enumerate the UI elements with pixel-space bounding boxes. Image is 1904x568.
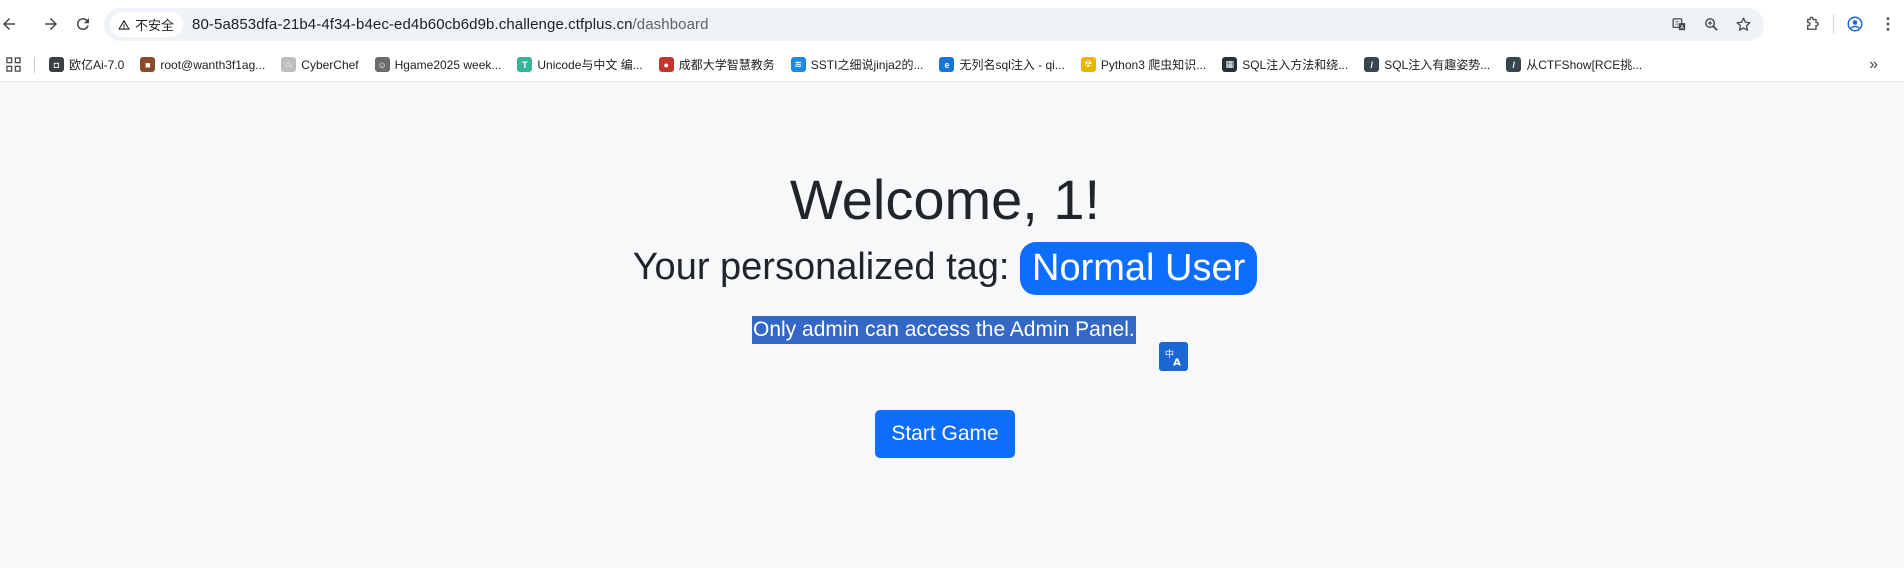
translate-page-button[interactable]: A文 xyxy=(1664,10,1694,40)
toolbar-right-icons xyxy=(1796,7,1904,41)
url-path: /dashboard xyxy=(632,16,709,33)
bookmark-label: 从CTFShow[RCE挑... xyxy=(1526,58,1643,72)
address-bar-actions: A文 xyxy=(1664,8,1758,41)
bookmark-item[interactable]: ♨ CyberChef xyxy=(277,52,366,78)
svg-text:A: A xyxy=(1173,357,1181,368)
user-tag-badge: Normal User xyxy=(1020,242,1258,296)
bookmark-label: Python3 爬虫知识... xyxy=(1100,58,1207,72)
bookmark-label: SQL注入有趣姿势... xyxy=(1384,58,1491,72)
arrow-left-icon xyxy=(3,18,15,30)
zoom-icon xyxy=(1704,18,1718,31)
back-button[interactable] xyxy=(0,7,26,41)
bookmark-item[interactable]: ● 成都大学智慧教务 xyxy=(655,52,783,78)
start-game-button[interactable]: Start Game xyxy=(875,410,1015,458)
t-icon: T xyxy=(517,57,533,72)
bookmark-star-button[interactable] xyxy=(1728,10,1758,40)
bookmark-item[interactable]: ☢ Python3 爬虫知识... xyxy=(1077,52,1214,78)
bookmark-label: Unicode与中文 编... xyxy=(537,58,643,72)
arrow-right-icon xyxy=(45,18,57,30)
svg-text:文: 文 xyxy=(1674,20,1679,27)
bookmark-item[interactable]: ◘ 欧亿Ai-7.0 xyxy=(45,52,132,78)
bookmark-label: 欧亿Ai-7.0 xyxy=(69,58,125,72)
bookmark-item[interactable]: ≋ SSTI之细说jinja2的... xyxy=(787,52,932,78)
bookmark-item[interactable]: T Unicode与中文 编... xyxy=(513,52,650,78)
translate-selection-button[interactable]: 中 A xyxy=(1159,342,1188,371)
bookmark-item[interactable]: e 无列名sql注入 - qi... xyxy=(935,52,1072,78)
dashboard-page: Welcome, 1! Your personalized tag: Norma… xyxy=(0,82,1904,568)
forward-button[interactable] xyxy=(34,7,68,41)
profile-icon xyxy=(1847,16,1862,32)
hazard-icon: ☢ xyxy=(1080,57,1096,72)
avatar-icon: ■ xyxy=(140,57,156,72)
extensions-button[interactable] xyxy=(1796,7,1829,41)
menu-button[interactable] xyxy=(1871,7,1904,41)
bookmark-item[interactable]: / SQL注入有趣姿势... xyxy=(1360,52,1498,78)
personalized-tag-line: Your personalized tag: Normal User xyxy=(0,240,1890,296)
bookmark-label: CyberChef xyxy=(301,57,359,72)
bird-icon: ≋ xyxy=(790,57,806,72)
bookmarks-bar: ◘ 欧亿Ai-7.0 ■ root@wanth3f1ag... ♨ CyberChef ☺ H… xyxy=(0,48,1904,82)
browser-toolbar: 不安全 80-5a853dfa-21b4-4f34-b4ec-ed4b60cb6… xyxy=(0,0,1904,48)
double-chevron-right-icon: » xyxy=(1869,55,1878,73)
url-text[interactable]: 80-5a853dfa-21b4-4f34-b4ec-ed4b60cb6d9b.… xyxy=(192,16,709,33)
bookmark-item[interactable]: ■ root@wanth3f1ag... xyxy=(136,52,273,78)
apps-grid-icon xyxy=(5,57,21,72)
bookmark-item[interactable]: / 从CTFShow[RCE挑... xyxy=(1502,52,1650,78)
slash-icon: / xyxy=(1364,57,1380,72)
translate-icon: 中 A xyxy=(1164,348,1181,368)
reload-icon xyxy=(76,18,89,31)
bookmark-label: SSTI之细说jinja2的... xyxy=(810,58,924,72)
tag-prefix: Your personalized tag: xyxy=(632,246,1010,288)
apps-button[interactable] xyxy=(0,52,26,78)
address-bar[interactable]: 不安全 80-5a853dfa-21b4-4f34-b4ec-ed4b60cb6… xyxy=(104,8,1764,41)
bookmark-label: 无列名sql注入 - qi... xyxy=(959,58,1065,72)
warning-icon xyxy=(118,19,130,30)
bookmarks-separator xyxy=(34,56,35,73)
puzzle-icon xyxy=(1806,16,1819,30)
kebab-menu-icon xyxy=(1886,17,1889,31)
seal-icon: ● xyxy=(658,57,674,72)
reload-button[interactable] xyxy=(66,7,100,41)
toolbar-divider xyxy=(1833,14,1834,34)
bookmarks-list: ◘ 欧亿Ai-7.0 ■ root@wanth3f1ag... ♨ CyberChef ☺ H… xyxy=(45,52,1650,78)
profile-button[interactable] xyxy=(1838,7,1871,41)
url-host: 80-5a853dfa-21b4-4f34-b4ec-ed4b60cb6d9b.… xyxy=(192,16,633,33)
chat-icon: ◘ xyxy=(49,57,64,72)
star-icon xyxy=(1735,17,1751,31)
bookmark-label: Hgame2025 week... xyxy=(394,57,502,72)
bookmark-item[interactable]: ☺ Hgame2025 week... xyxy=(371,52,510,78)
chef-icon: ♨ xyxy=(281,57,297,72)
welcome-heading: Welcome, 1! xyxy=(789,168,1101,231)
bookmark-label: SQL注入方法和绕... xyxy=(1242,58,1349,72)
security-label: 不安全 xyxy=(135,18,175,33)
security-indicator[interactable]: 不安全 xyxy=(110,12,184,37)
person-icon: ☺ xyxy=(374,57,390,72)
blog-icon: e xyxy=(939,57,955,72)
bookmark-item[interactable]: ▦ SQL注入方法和绕... xyxy=(1218,52,1356,78)
admin-notice-text: Only admin can access the Admin Panel. xyxy=(752,316,1136,344)
zoom-button[interactable] xyxy=(1696,10,1726,40)
slash-icon: / xyxy=(1506,57,1522,72)
translate-icon: A文 xyxy=(1671,18,1685,31)
bookmark-label: 成都大学智慧教务 xyxy=(678,58,775,72)
bookmark-label: root@wanth3f1ag... xyxy=(160,57,266,72)
site-icon: ▦ xyxy=(1222,57,1238,72)
more-bookmarks-button[interactable]: » xyxy=(1869,48,1878,81)
